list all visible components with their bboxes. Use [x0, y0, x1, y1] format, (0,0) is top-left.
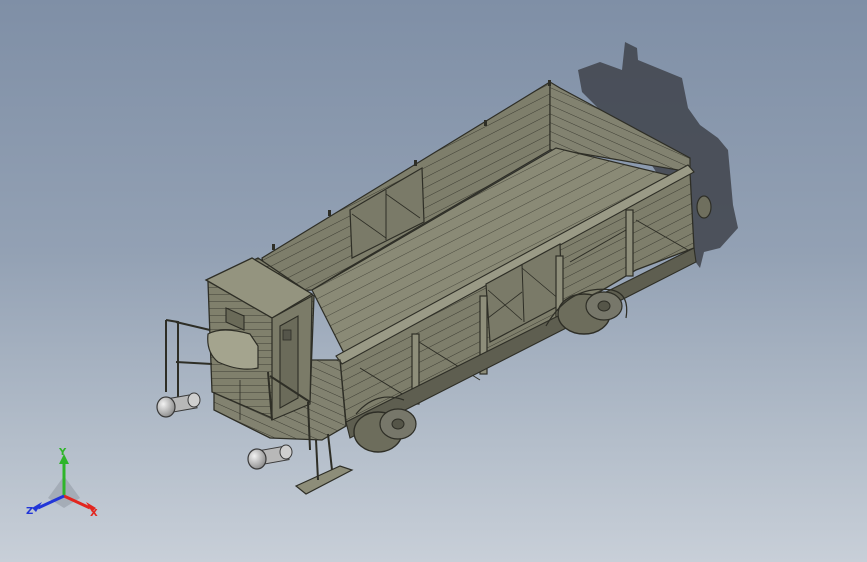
triad-y-label: Y	[58, 447, 67, 458]
buffer-left	[156, 392, 201, 418]
wagon-model-scene[interactable]	[0, 0, 867, 562]
handrail-left	[165, 319, 213, 400]
step-board	[294, 465, 354, 495]
wheelset-front	[353, 408, 417, 453]
rear-wheel	[696, 195, 712, 219]
buffer-right	[247, 444, 293, 470]
view-orientation-triad[interactable]: Y X Z	[22, 446, 106, 526]
wheelset-rear	[557, 291, 623, 335]
graphics-viewport[interactable]: Y X Z	[0, 0, 867, 562]
triad-z-label: Z	[26, 506, 33, 517]
triad-x-label: X	[90, 508, 98, 519]
